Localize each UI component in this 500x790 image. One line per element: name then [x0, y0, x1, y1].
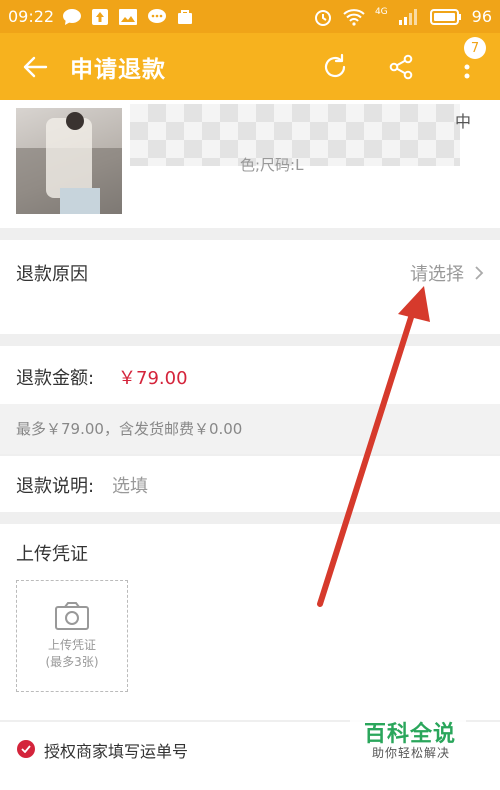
wifi-icon — [343, 8, 365, 26]
product-card[interactable]: 中 色;尺码:L — [0, 100, 500, 228]
message-icon — [148, 8, 167, 23]
authorize-merchant-label: 授权商家填写运单号 — [44, 742, 189, 761]
refund-reason-row[interactable]: 退款原因 请选择 — [0, 240, 500, 334]
more-button[interactable]: 7 — [434, 33, 500, 100]
back-button[interactable] — [0, 33, 70, 100]
watermark-subtitle: 助你轻松解决 — [372, 746, 451, 760]
battery-icon — [429, 8, 461, 25]
app-actions: 7 — [302, 33, 500, 100]
page-title: 申请退款 — [70, 56, 166, 83]
image-icon — [119, 8, 138, 25]
app-bar: 申请退款 7 — [0, 33, 500, 100]
refund-amount-hint-text: 最多￥79.00，含发货邮费￥0.00 — [16, 420, 243, 438]
refund-amount-value: ￥79.00 — [118, 368, 188, 389]
back-arrow-icon — [23, 56, 48, 77]
upload-box-title: 上传凭证 — [47, 638, 96, 652]
upload-evidence-label: 上传凭证 — [16, 544, 88, 565]
refund-amount-row: 退款金额: ￥79.00 — [0, 346, 500, 404]
share-button[interactable] — [368, 33, 434, 100]
notification-badge: 7 — [464, 37, 486, 59]
battery-level: 96 — [471, 7, 492, 26]
status-time: 09:22 — [8, 7, 55, 26]
status-bar: 09:22 4G 96 — [0, 0, 500, 33]
refresh-button[interactable] — [302, 33, 368, 100]
status-right: 4G 96 — [313, 7, 492, 27]
refund-amount-hint: 最多￥79.00，含发货邮费￥0.00 — [0, 404, 500, 454]
signal-icon — [398, 8, 417, 25]
checkbox-checked-icon[interactable] — [17, 740, 35, 758]
product-info: 中 色;尺码:L — [130, 104, 485, 174]
refund-description-row[interactable]: 退款说明: 选填 — [0, 456, 500, 512]
product-spec: 色;尺码:L — [240, 156, 304, 174]
bag-icon — [178, 9, 193, 24]
upload-box-limit: (最多3张) — [45, 655, 99, 669]
refund-description-input[interactable]: 选填 — [112, 472, 148, 498]
chat-icon — [63, 8, 82, 25]
share-icon — [389, 54, 413, 79]
refund-amount-label: 退款金额: — [16, 368, 95, 389]
refund-reason-label: 退款原因 — [16, 264, 88, 285]
product-image — [16, 108, 122, 214]
upload-evidence-section: 上传凭证 上传凭证 (最多3张) — [0, 524, 500, 720]
network-type: 4G — [374, 6, 388, 17]
upload-evidence-button[interactable]: 上传凭证 (最多3张) — [16, 580, 128, 692]
camera-icon — [55, 602, 89, 630]
refresh-icon — [324, 53, 346, 77]
upload-icon — [92, 8, 109, 25]
refund-description-label: 退款说明: — [16, 476, 95, 497]
notification-icons — [62, 8, 194, 26]
chevron-right-icon — [475, 266, 484, 280]
product-name: 中 — [454, 112, 471, 131]
refund-reason-placeholder: 请选择 — [410, 264, 464, 285]
alarm-icon — [314, 9, 331, 26]
watermark-logo: 百科全说 助你轻松解决 — [350, 712, 466, 766]
refund-reason-select[interactable]: 请选择 — [410, 260, 484, 286]
